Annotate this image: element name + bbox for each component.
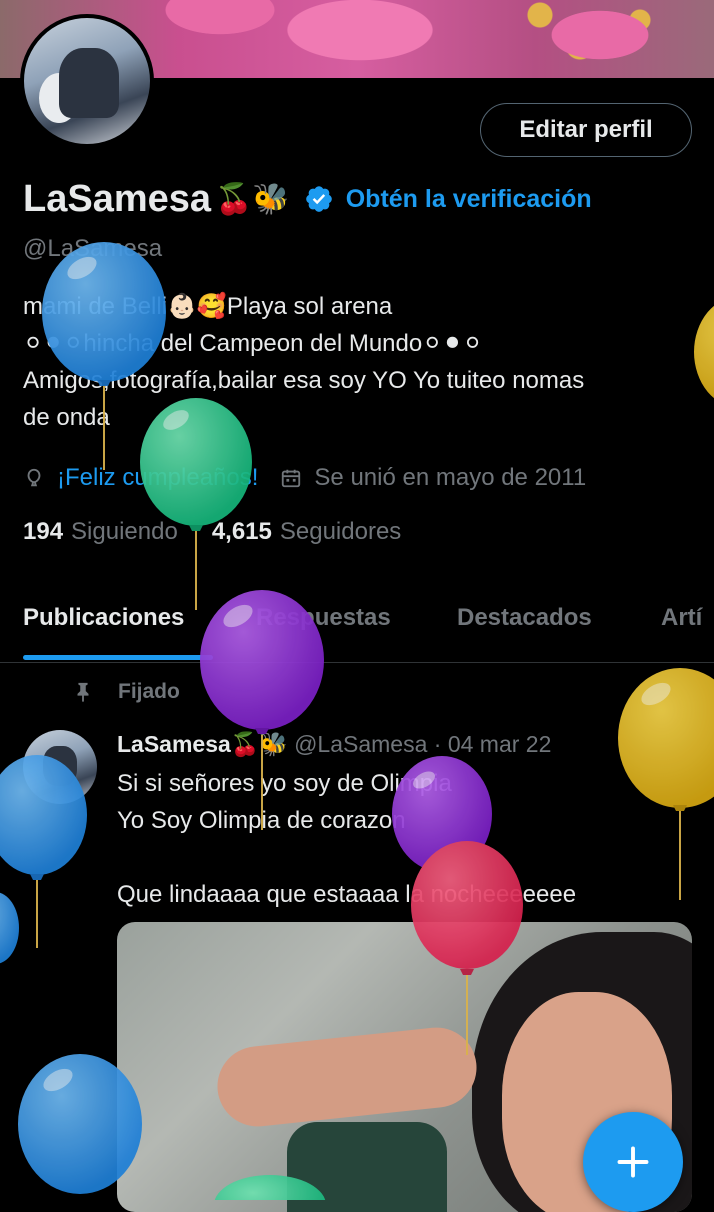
bio-line: ⚪⚫⚪hincha del Campeon del Mundo⚪⚫⚪ [23,330,483,357]
post-line [117,839,697,876]
post-header: LaSamesa🍒🐝 @LaSamesa · 04 mar 22 [117,731,551,758]
profile-avatar[interactable] [20,14,154,148]
tab-publicaciones[interactable]: Publicaciones [23,604,184,632]
bio-line: de onda [23,404,110,431]
following-link[interactable]: 194 Siguiendo [23,518,178,546]
get-verified-link[interactable]: Obtén la verificación [346,185,592,214]
post-text: Si si señores yo soy de Olimpia Yo Soy O… [117,765,697,913]
post-line: Que lindaaaa que estaaaa la nocheeeeeee [117,881,577,908]
post-handle-date: @LaSamesa · 04 mar 22 [294,731,552,757]
tab-respuestas[interactable]: Respuestas [256,604,391,632]
balloon-icon [27,468,41,487]
plus-icon [617,1146,649,1178]
pinned-indicator: Fijado [72,680,180,704]
pin-icon [77,682,89,703]
compose-button[interactable] [583,1112,683,1212]
tab-articulos[interactable]: Artí [661,604,702,632]
profile-tabs: Publicaciones Respuestas Destacados Artí [0,592,714,663]
post-line: Si si señores yo soy de Olimpia [117,770,452,797]
profile-handle: @LaSamesa [23,235,163,262]
post-author-avatar[interactable] [23,730,97,804]
active-tab-indicator [23,655,213,660]
post-author-name[interactable]: LaSamesa🍒🐝 [117,731,288,758]
following-count: 194 [23,518,64,545]
birthday-link[interactable]: ¡Feliz cumpleaños! [57,464,258,492]
followers-link[interactable]: 4,615 Seguidores [212,518,401,546]
verified-badge-icon[interactable] [304,184,334,214]
profile-name: LaSamesa [23,177,212,220]
post-line: Yo Soy Olimpia de corazon [117,807,406,834]
calendar-icon [282,469,301,488]
pinned-label: Fijado [118,680,180,703]
followers-count: 4,615 [211,518,272,545]
profile-name-emoji: 🍒🐝 [215,182,290,216]
profile-bio: mami de Belli👶🏻🥰Playa sol arena ⚪⚫⚪hinch… [23,288,703,436]
bio-line: Amigos,fotografía,bailar esa soy YO Yo t… [23,367,585,394]
following-label: Siguiendo [71,518,178,545]
balloon-icon [0,892,19,964]
profile-name-row: LaSamesa 🍒🐝 Obtén la verificación [23,174,592,224]
followers-label: Seguidores [279,518,402,545]
tab-destacados[interactable]: Destacados [457,604,592,632]
joined-date: Se unió en mayo de 2011 [314,464,587,491]
follow-stats: 194 Siguiendo 4,615 Seguidores [23,518,401,546]
bio-line: mami de Belli👶🏻🥰Playa sol arena [23,293,393,320]
edit-profile-button[interactable]: Editar perfil [480,103,692,157]
profile-meta-row: ¡Feliz cumpleaños! Se unió en mayo de 20… [23,458,586,498]
